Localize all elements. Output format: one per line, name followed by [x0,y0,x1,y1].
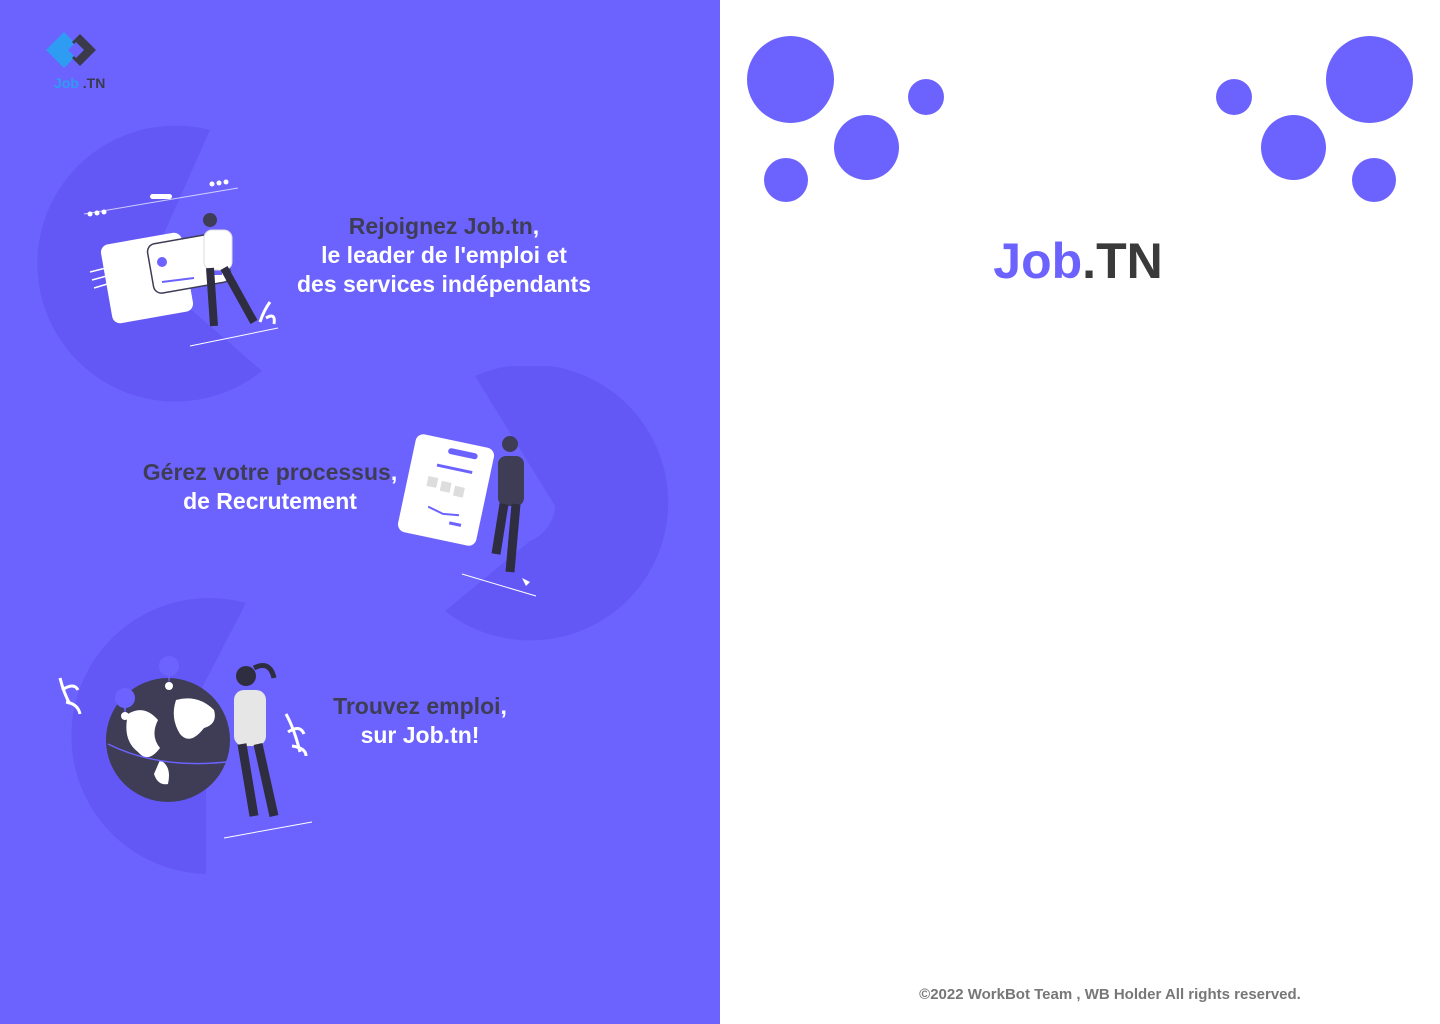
feature-line: Gérez votre processus, [120,458,420,487]
feature-line: de Recrutement [183,488,357,514]
decorative-bubble [1326,36,1413,123]
feature-heading: Trouvez emploi [333,693,501,719]
feature-line: Rejoignez Job.tn, [262,212,626,241]
feature-text-join: Rejoignez Job.tn, le leader de l'emploi … [262,212,626,299]
feature-punct: , [500,693,507,719]
decorative-bubble [908,79,944,115]
right-panel: Job.TN ©2022 WorkBot Team , WB Holder Al… [720,0,1440,1024]
footer-copyright: ©2022 WorkBot Team , WB Holder All right… [919,986,1301,1003]
decorative-bubble [764,158,808,202]
job-tn-logo-icon [46,32,96,68]
feature-text-manage: Gérez votre processus, de Recrutement [120,458,420,516]
decorative-bubble [1352,158,1396,202]
credit-card-illustration [84,179,279,347]
feature-line: sur Job.tn! [360,722,480,748]
brand-title: Job.TN [720,232,1436,290]
world-map-illustration [58,656,313,839]
logo[interactable]: Job .TN [46,30,126,94]
logo-tn: .TN [82,75,106,91]
brand-job: Job [993,233,1083,289]
logo-job: Job [54,75,79,91]
decorative-bubble [747,36,834,123]
logo-text: Job .TN [54,75,105,91]
left-panel: Job .TN Rejoignez Job.tn, le leader de l… [0,0,720,1024]
feature-punct: , [390,459,398,485]
decorative-bubble [1261,115,1326,180]
feature-line: le leader de l'emploi et [321,242,567,268]
feature-heading: Gérez votre processus [142,459,391,485]
brand-tn: .TN [1082,233,1163,289]
decorative-bubble [1216,79,1252,115]
feature-punct: , [532,213,540,239]
decorative-bubble [834,115,899,180]
feature-heading: Rejoignez Job.tn [348,213,533,239]
feature-line: Trouvez emploi, [318,692,522,721]
feature-text-find: Trouvez emploi, sur Job.tn! [318,692,522,750]
feature-line: des services indépendants [296,271,591,297]
